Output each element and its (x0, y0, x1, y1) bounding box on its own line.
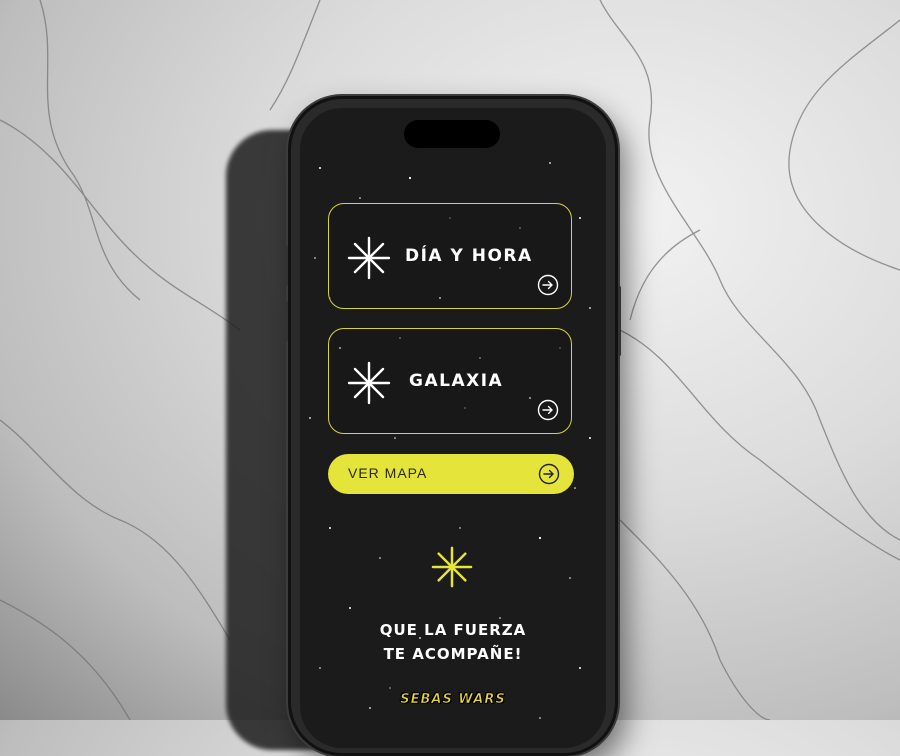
quote-line-1: QUE LA FUERZA (379, 621, 527, 639)
ver-mapa-button[interactable]: VER MAPA (328, 454, 574, 494)
arrow-right-circle-icon[interactable] (537, 274, 559, 296)
sparkle-icon (347, 361, 391, 405)
arrow-right-circle-icon[interactable] (537, 399, 559, 421)
phone-screen: DÍA Y HORA GALAXIA VER MAPA QUE LA FUERZ… (300, 108, 606, 748)
card-galaxia[interactable]: GALAXIA (328, 328, 572, 434)
card-label: GALAXIA (409, 371, 504, 391)
dynamic-island (404, 120, 500, 148)
sparkle-icon (347, 236, 391, 280)
sparkle-icon (431, 546, 473, 588)
arrow-right-circle-icon (538, 463, 560, 485)
power-button (618, 286, 621, 356)
volume-up-button (285, 246, 288, 286)
volume-down-button (285, 301, 288, 341)
sebas-wars-logo: SEBAS WARS (400, 692, 506, 708)
card-dia-y-hora[interactable]: DÍA Y HORA (328, 203, 572, 309)
ver-mapa-label: VER MAPA (348, 465, 428, 481)
quote-line-2: TE ACOMPAÑE! (383, 645, 523, 663)
card-label: DÍA Y HORA (405, 246, 533, 266)
